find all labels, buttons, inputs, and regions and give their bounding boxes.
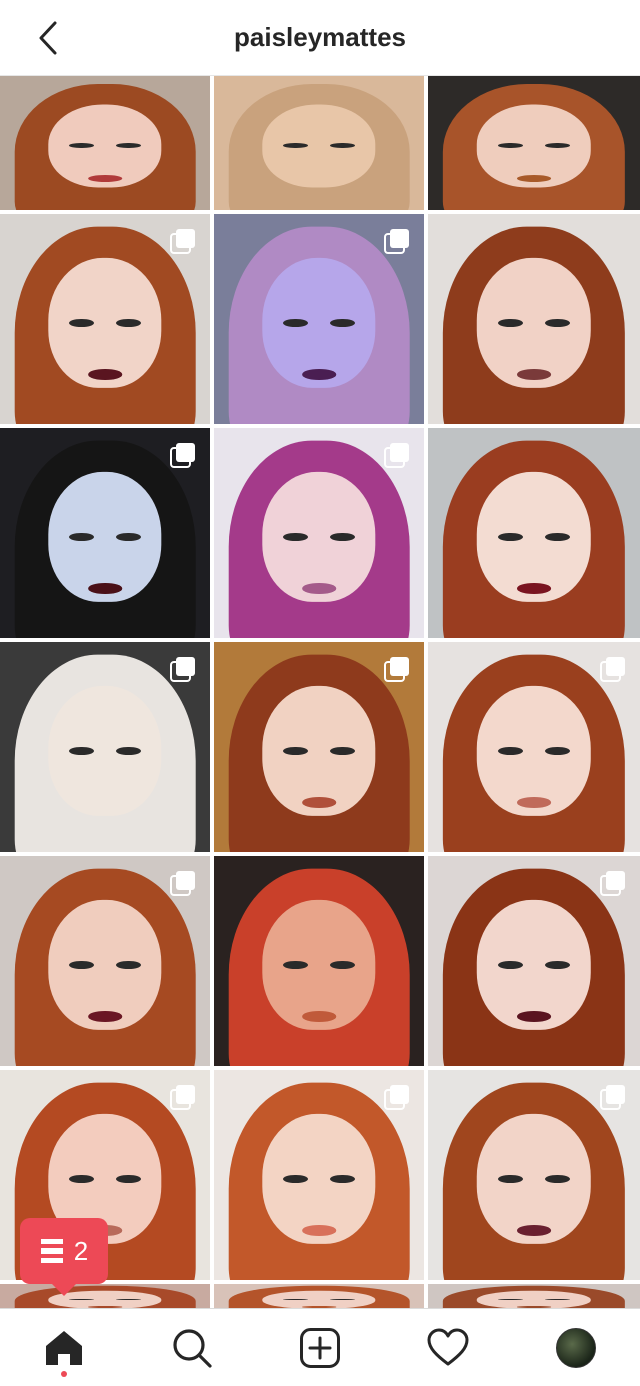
search-icon [173,1328,212,1368]
post-thumbnail[interactable] [0,214,210,424]
nav-profile[interactable] [536,1309,616,1386]
nav-activity[interactable] [408,1309,488,1386]
post-image-lips [88,583,122,594]
bottom-navigation [0,1308,640,1386]
carousel-icon [384,1085,409,1110]
post-thumbnail[interactable] [214,856,424,1066]
post-image-lips [88,175,122,182]
post-thumbnail[interactable] [428,1284,640,1308]
post-image-lips [302,369,336,380]
home-active-dot [61,1370,67,1377]
carousel-icon [384,443,409,468]
nav-search[interactable] [152,1309,232,1386]
post-thumbnail[interactable] [0,428,210,638]
post-image-lips [517,583,551,594]
post-image-lips [302,583,336,594]
post-image-lips [302,1011,336,1022]
post-thumbnail[interactable] [428,1070,640,1280]
post-thumbnail[interactable] [0,856,210,1066]
post-image-lips [302,797,336,808]
post-thumbnail[interactable] [428,76,640,210]
post-thumbnail[interactable] [428,428,640,638]
post-image-lips [88,1011,122,1022]
post-image-lips [517,1011,551,1022]
carousel-icon [600,1085,625,1110]
notification-count: 2 [73,1235,89,1266]
carousel-icon [384,657,409,682]
carousel-icon [170,871,195,896]
post-thumbnail[interactable] [214,1284,424,1308]
post-thumbnail[interactable] [214,76,424,210]
carousel-icon [170,229,195,254]
nav-new-post[interactable] [280,1309,360,1386]
post-thumbnail[interactable] [428,642,640,852]
carousel-icon [600,871,625,896]
carousel-icon [170,443,195,468]
post-thumbnail[interactable] [214,642,424,852]
post-thumbnail[interactable] [0,642,210,852]
heart-icon [427,1328,469,1365]
post-thumbnail[interactable] [428,856,640,1066]
profile-avatar [556,1327,596,1368]
post-image-lips [517,797,551,808]
post-image-lips [88,797,122,808]
posts-stack-icon [40,1239,63,1263]
post-thumbnail[interactable] [0,1284,210,1308]
app-root: paisleymattes 2 [0,0,640,1386]
post-thumbnail[interactable] [214,214,424,424]
post-thumbnail[interactable] [428,214,640,424]
posts-grid[interactable] [0,76,640,1308]
home-icon [46,1330,82,1365]
carousel-icon [600,657,625,682]
activity-notification-badge[interactable]: 2 [20,1218,108,1296]
carousel-icon [170,1085,195,1110]
post-image-lips [517,369,551,380]
post-image-lips [302,175,336,182]
post-thumbnail[interactable] [214,428,424,638]
carousel-icon [384,229,409,254]
post-image-lips [517,175,551,182]
post-image-lips [88,369,122,380]
profile-header: paisleymattes [0,0,640,76]
post-thumbnail[interactable] [0,76,210,210]
post-image-lips [302,1225,336,1236]
carousel-icon [170,657,195,682]
post-thumbnail[interactable] [214,1070,424,1280]
username-title: paisleymattes [234,22,406,52]
new-post-icon [300,1327,340,1368]
post-image-lips [517,1225,551,1236]
nav-home[interactable] [24,1309,104,1386]
